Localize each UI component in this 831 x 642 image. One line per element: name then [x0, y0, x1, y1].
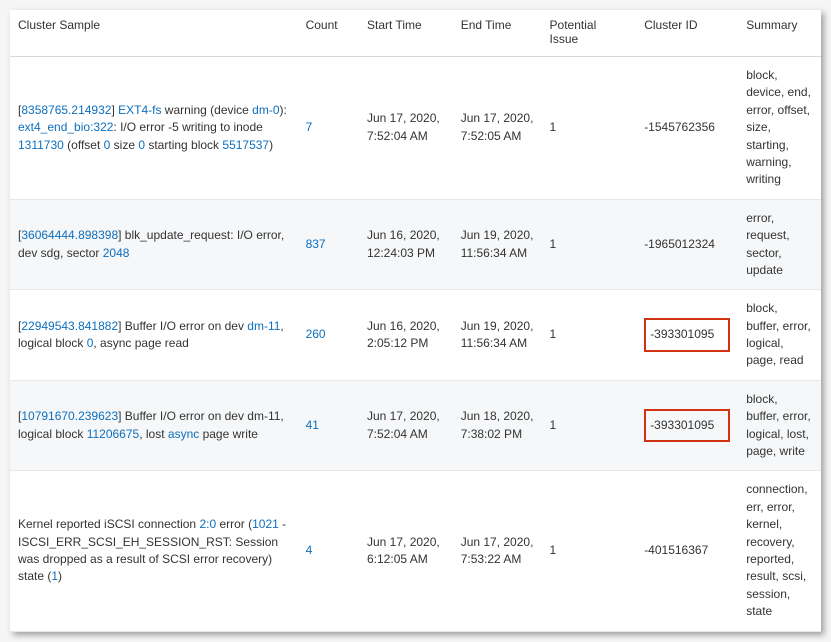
summary-cell: block, device, end, error, offset, size,… — [738, 57, 821, 200]
sample-token-link[interactable]: dm-11 — [247, 319, 280, 333]
table-row: [36064444.898398] blk_update_request: I/… — [10, 199, 821, 290]
sample-token-link[interactable]: 22949543.841882 — [21, 319, 118, 333]
log-cluster-panel: Cluster Sample Count Start Time End Time… — [10, 10, 821, 632]
cluster-id-cell: -393301095 — [636, 290, 738, 381]
sample-token-text: ] Buffer I/O error on dev — [118, 319, 247, 333]
header-summary[interactable]: Summary — [738, 10, 821, 57]
end-time-cell: Jun 19, 2020, 11:56:34 AM — [453, 199, 542, 290]
potential-issue-cell: 1 — [542, 199, 637, 290]
cluster-sample-cell[interactable]: [36064444.898398] blk_update_request: I/… — [10, 199, 298, 290]
table-row: [10791670.239623] Buffer I/O error on de… — [10, 380, 821, 471]
header-end[interactable]: End Time — [453, 10, 542, 57]
sample-token-link[interactable]: 36064444.898398 — [21, 228, 118, 242]
cluster-id-cell: -401516367 — [636, 471, 738, 631]
sample-token-link[interactable]: 5517537 — [222, 138, 269, 152]
sample-token-link[interactable]: 8358765.214932 — [21, 103, 111, 117]
cluster-sample-cell[interactable]: [22949543.841882] Buffer I/O error on de… — [10, 290, 298, 381]
summary-cell: block, buffer, error, logical, lost, pag… — [738, 380, 821, 471]
cluster-id-cell: -1965012324 — [636, 199, 738, 290]
sample-token-link[interactable]: ext4_end_bio:322 — [18, 120, 113, 134]
table-row: Kernel reported iSCSI connection 2:0 err… — [10, 471, 821, 631]
cluster-sample-cell[interactable]: Kernel reported iSCSI connection 2:0 err… — [10, 471, 298, 631]
summary-cell: block, buffer, error, logical, page, rea… — [738, 290, 821, 381]
sample-token-text: ): — [280, 103, 287, 117]
header-issue[interactable]: Potential Issue — [542, 10, 637, 57]
potential-issue-cell: 1 — [542, 471, 637, 631]
sample-token-text: , async page read — [93, 336, 188, 350]
sample-token-text: page write — [199, 427, 258, 441]
start-time-cell: Jun 17, 2020, 6:12:05 AM — [359, 471, 453, 631]
start-time-cell: Jun 17, 2020, 7:52:04 AM — [359, 380, 453, 471]
cluster-id-cell: -393301095 — [636, 380, 738, 471]
cluster-table: Cluster Sample Count Start Time End Time… — [10, 10, 821, 632]
end-time-cell: Jun 18, 2020, 7:38:02 PM — [453, 380, 542, 471]
start-time-cell: Jun 17, 2020, 7:52:04 AM — [359, 57, 453, 200]
start-time-cell: Jun 16, 2020, 12:24:03 PM — [359, 199, 453, 290]
count-cell[interactable]: 4 — [298, 471, 359, 631]
end-time-cell: Jun 17, 2020, 7:52:05 AM — [453, 57, 542, 200]
potential-issue-cell: 1 — [542, 380, 637, 471]
table-row: [8358765.214932] EXT4-fs warning (device… — [10, 57, 821, 200]
sample-token-link[interactable]: EXT4-fs — [118, 103, 161, 117]
sample-token-text: : I/O error -5 writing to inode — [113, 120, 262, 134]
sample-token-link[interactable]: 1 — [51, 569, 58, 583]
header-sample[interactable]: Cluster Sample — [10, 10, 298, 57]
cluster-id-cell: -1545762356 — [636, 57, 738, 200]
header-start[interactable]: Start Time — [359, 10, 453, 57]
sample-token-text: Kernel reported iSCSI connection — [18, 517, 199, 531]
sample-token-link[interactable]: 10791670.239623 — [21, 409, 118, 423]
sample-token-link[interactable]: 1311730 — [18, 138, 64, 152]
cluster-id-highlight: -393301095 — [644, 409, 730, 442]
count-cell[interactable]: 837 — [298, 199, 359, 290]
sample-token-link[interactable]: 2048 — [103, 246, 130, 260]
sample-token-link[interactable]: 1021 — [252, 517, 279, 531]
sample-token-text: ) — [58, 569, 62, 583]
sample-token-text: (offset — [64, 138, 104, 152]
count-link[interactable]: 4 — [306, 543, 313, 557]
count-cell[interactable]: 41 — [298, 380, 359, 471]
cluster-sample-cell[interactable]: [10791670.239623] Buffer I/O error on de… — [10, 380, 298, 471]
count-link[interactable]: 7 — [306, 120, 313, 134]
count-link[interactable]: 41 — [306, 418, 319, 432]
sample-token-text: error ( — [216, 517, 252, 531]
cluster-sample-cell[interactable]: [8358765.214932] EXT4-fs warning (device… — [10, 57, 298, 200]
sample-token-text: starting block — [145, 138, 222, 152]
table-header-row: Cluster Sample Count Start Time End Time… — [10, 10, 821, 57]
sample-token-link[interactable]: 0 — [138, 138, 145, 152]
header-count[interactable]: Count — [298, 10, 359, 57]
sample-token-link[interactable]: async — [168, 427, 199, 441]
end-time-cell: Jun 19, 2020, 11:56:34 AM — [453, 290, 542, 381]
count-cell[interactable]: 7 — [298, 57, 359, 200]
summary-cell: connection, err, error, kernel, recovery… — [738, 471, 821, 631]
count-link[interactable]: 260 — [306, 327, 326, 341]
header-cluster[interactable]: Cluster ID — [636, 10, 738, 57]
sample-token-text: size — [110, 138, 138, 152]
sample-token-link[interactable]: 2:0 — [199, 517, 216, 531]
start-time-cell: Jun 16, 2020, 2:05:12 PM — [359, 290, 453, 381]
potential-issue-cell: 1 — [542, 57, 637, 200]
sample-token-link[interactable]: 11206675 — [87, 427, 140, 441]
summary-cell: error, request, sector, update — [738, 199, 821, 290]
sample-token-text: ) — [269, 138, 273, 152]
sample-token-text: warning (device — [161, 103, 252, 117]
potential-issue-cell: 1 — [542, 290, 637, 381]
sample-token-text: , lost — [139, 427, 168, 441]
table-row: [22949543.841882] Buffer I/O error on de… — [10, 290, 821, 381]
cluster-id-highlight: -393301095 — [644, 318, 730, 351]
sample-token-link[interactable]: dm-0 — [252, 103, 279, 117]
count-cell[interactable]: 260 — [298, 290, 359, 381]
end-time-cell: Jun 17, 2020, 7:53:22 AM — [453, 471, 542, 631]
count-link[interactable]: 837 — [306, 237, 326, 251]
